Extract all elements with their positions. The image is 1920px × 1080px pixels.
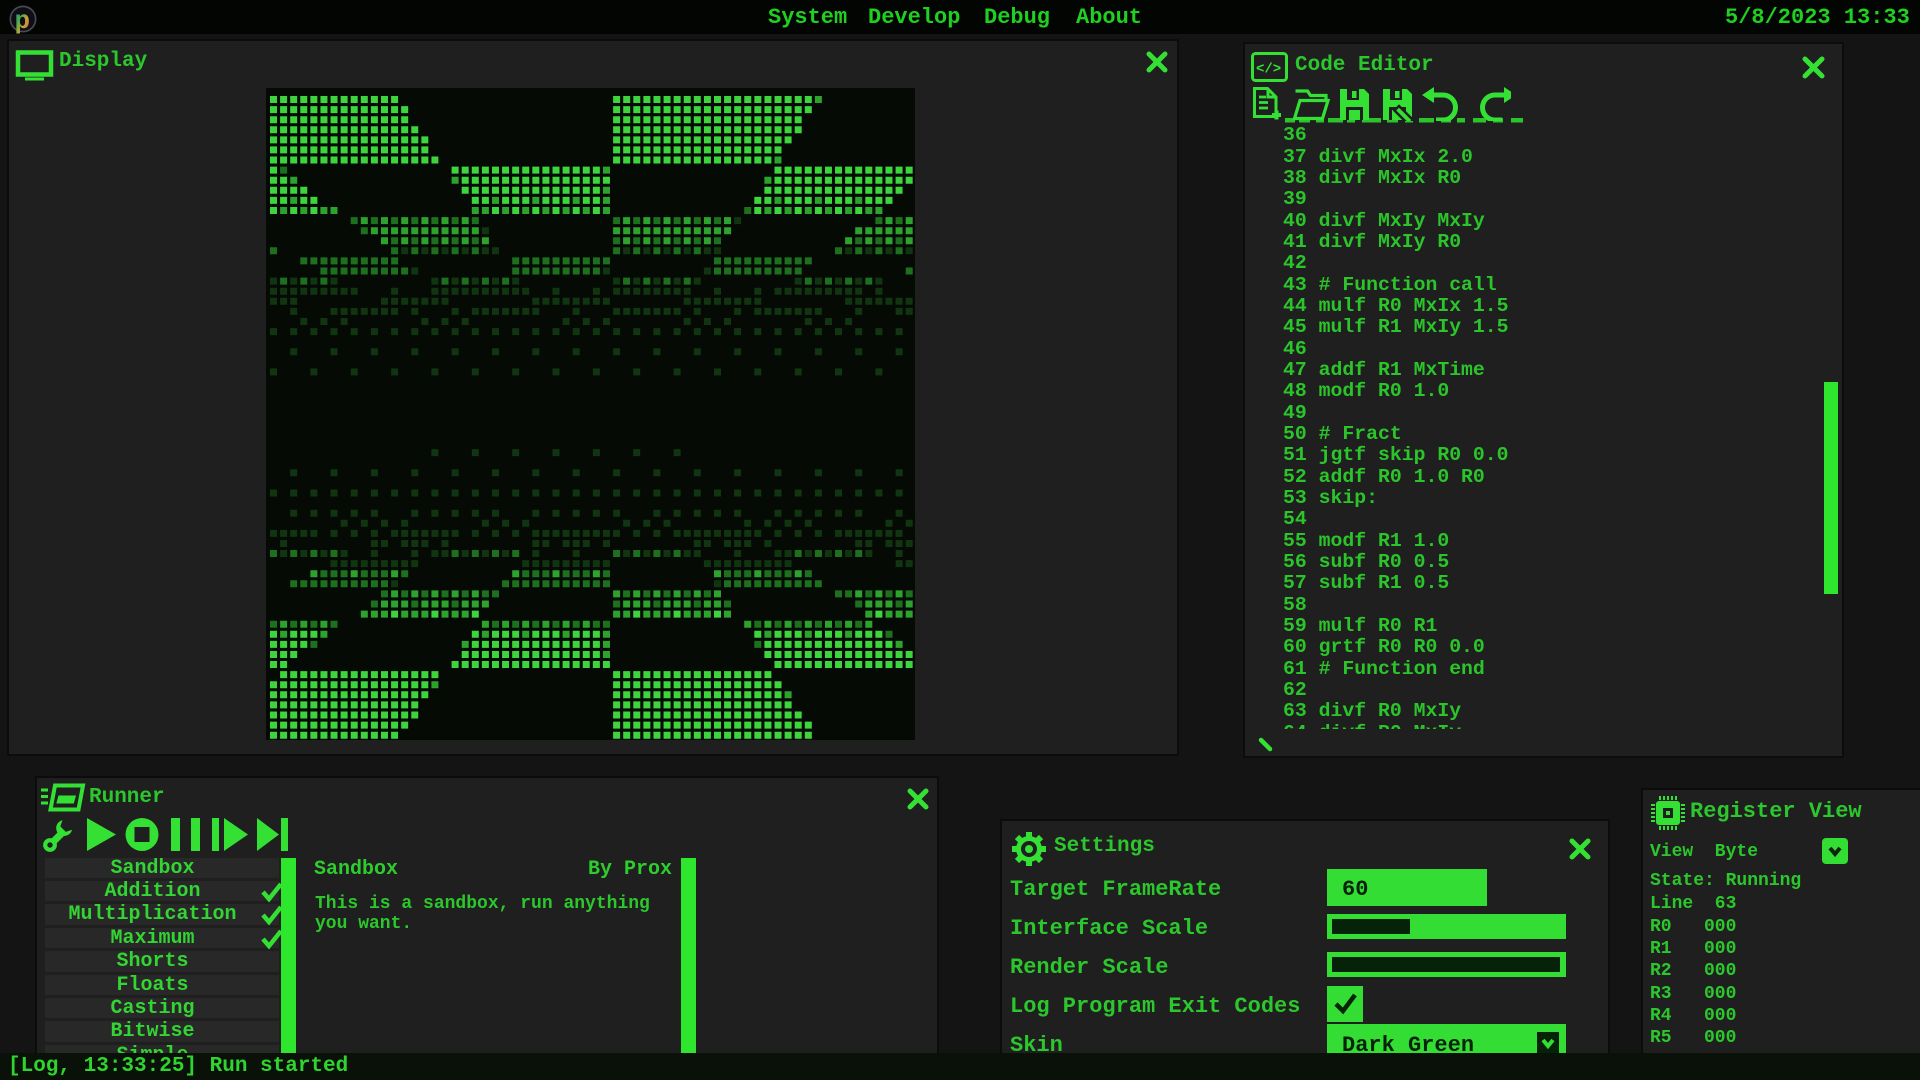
svg-text:p: p [15,6,31,34]
svg-text:</>: </> [1256,62,1281,78]
